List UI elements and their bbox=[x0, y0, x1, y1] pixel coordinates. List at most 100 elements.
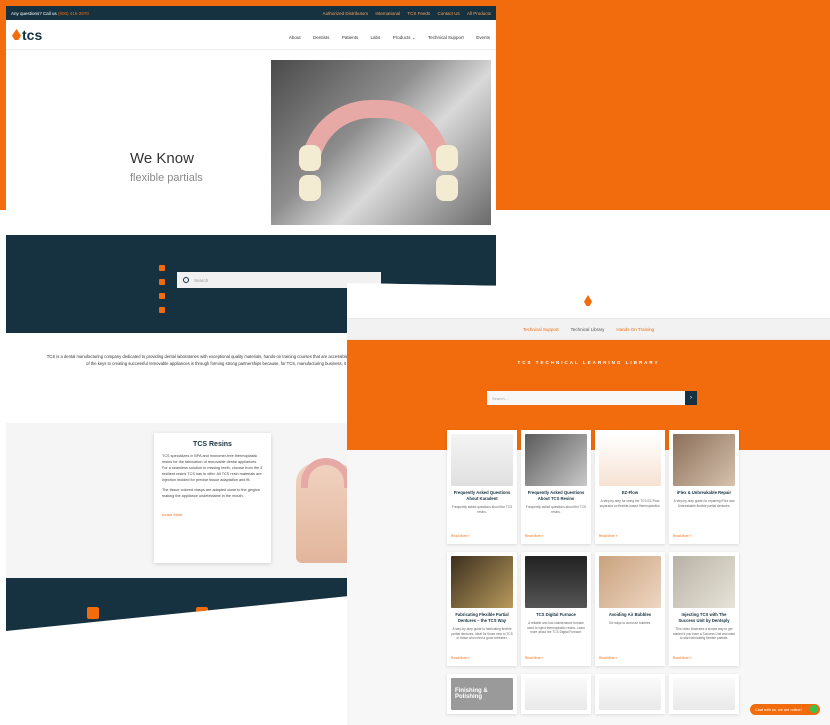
air-bubbles-thumbnail bbox=[599, 556, 661, 608]
nav-item-patients[interactable]: Patients bbox=[342, 35, 358, 40]
read-more-link[interactable]: Read More » bbox=[673, 534, 691, 538]
tooth-shape bbox=[436, 145, 458, 171]
resins-card: TCS Resins TCS specializes in BPA and mo… bbox=[154, 433, 271, 563]
card-description: A step-by-step for using the TCS EZ-Flow… bbox=[599, 499, 661, 508]
instagram-icon[interactable] bbox=[159, 279, 165, 285]
device-thumbnail bbox=[599, 678, 661, 710]
card-title: Frequently Asked Questions About Karaden… bbox=[453, 490, 511, 501]
flame-icon bbox=[12, 29, 21, 40]
top-link[interactable]: All Products bbox=[467, 11, 491, 16]
card-description: A reliable and low-maintenance furnace u… bbox=[527, 621, 585, 634]
nav-item-dentists[interactable]: Dentists bbox=[313, 35, 329, 40]
library-card[interactable]: Avoiding Air Bubbles Six ways to avoid a… bbox=[595, 552, 665, 666]
flame-logo-icon[interactable] bbox=[584, 295, 592, 306]
finishing-thumbnail: Finishing & Polishing bbox=[451, 678, 513, 710]
library-card[interactable]: TCS Digital Furnace A reliable and low-m… bbox=[521, 552, 591, 666]
library-card[interactable]: Finishing & Polishing bbox=[447, 674, 517, 714]
top-link[interactable]: Authorized Distributors bbox=[323, 11, 369, 16]
nav-item-events[interactable]: Events bbox=[476, 35, 490, 40]
search-submit-button[interactable]: › bbox=[685, 391, 697, 405]
main-nav: tcs About Dentists Patients Labs Product… bbox=[6, 20, 496, 50]
resins-learn-more-link[interactable]: Learn More bbox=[162, 512, 182, 517]
library-card[interactable]: Frequently Asked Questions About TCS Res… bbox=[521, 430, 591, 544]
read-more-link[interactable]: Read More » bbox=[451, 656, 469, 660]
nav-item-about[interactable]: About bbox=[289, 35, 301, 40]
linkedin-icon[interactable] bbox=[159, 307, 165, 313]
card-title: EZ-Flow bbox=[621, 490, 639, 495]
read-more-link[interactable]: Read More » bbox=[451, 534, 469, 538]
nav-item-products[interactable]: Products ⌄ bbox=[393, 35, 416, 40]
library-card[interactable]: iFlex & Unbreakable Repair A step-by-ste… bbox=[669, 430, 739, 544]
nav-item-labs[interactable]: Labs bbox=[371, 35, 381, 40]
resins-title: TCS Resins bbox=[193, 441, 232, 448]
resins-paragraph-2: The tissue colored clasps are adapted cl… bbox=[162, 488, 260, 498]
footer-label: Denture Care bbox=[189, 624, 214, 629]
nav-menu: About Dentists Patients Labs Products ⌄ … bbox=[281, 26, 490, 44]
card-description: Frequently asked questions about the TCS… bbox=[525, 505, 587, 514]
tooth-shape bbox=[299, 145, 321, 171]
library-card[interactable]: Injecting TCS with The Success Unit by D… bbox=[669, 552, 739, 666]
card-title: iFlex & Unbreakable Repair bbox=[676, 490, 732, 495]
card-title: Fabricating Flexible Partial Dentures – … bbox=[455, 612, 509, 623]
footer-item-technical-support[interactable]: Technical Support bbox=[76, 607, 109, 629]
card-description: A step-by-step guide for repairing iFlex… bbox=[673, 499, 735, 508]
top-link[interactable]: International bbox=[375, 11, 400, 16]
footer-label: Technical Support bbox=[76, 624, 109, 629]
footer-item-denture-care[interactable]: Denture Care bbox=[190, 607, 214, 629]
question-text: Any questions? Call us bbox=[11, 10, 57, 16]
tab-technical-support[interactable]: Technical Support bbox=[523, 327, 559, 332]
success-unit-thumbnail bbox=[673, 556, 735, 608]
card-description: Six ways to avoid air bubbles. bbox=[609, 621, 651, 625]
tab-technical-library[interactable]: Technical Library bbox=[571, 327, 605, 332]
read-more-link[interactable]: Read More » bbox=[599, 656, 617, 660]
card-title: Avoiding Air Bubbles bbox=[608, 612, 652, 617]
library-card[interactable] bbox=[595, 674, 665, 714]
library-card[interactable]: EZ-Flow A step-by-step for using the TCS… bbox=[595, 430, 665, 544]
press-thumbnail bbox=[673, 678, 735, 710]
online-status-icon bbox=[810, 705, 818, 713]
library-title: TCS TECHNICAL LEARNING LIBRARY bbox=[517, 360, 660, 365]
repair-thumbnail bbox=[673, 434, 735, 486]
library-card[interactable]: Frequently Asked Questions About Karaden… bbox=[447, 430, 517, 544]
phone-link[interactable]: (800) 416-2970 bbox=[58, 11, 89, 16]
card-title: Frequently Asked Questions About TCS Res… bbox=[527, 490, 585, 501]
youtube-icon[interactable] bbox=[159, 293, 165, 299]
chat-label: Chat with us, we are online! bbox=[755, 707, 802, 712]
tooth-shape bbox=[299, 175, 321, 201]
partial-thumbnail bbox=[525, 434, 587, 486]
tcs-logo[interactable]: tcs bbox=[12, 27, 42, 43]
read-more-link[interactable]: Read More » bbox=[673, 656, 691, 660]
card-title: TCS Digital Furnace bbox=[536, 612, 576, 617]
read-more-link[interactable]: Read More » bbox=[599, 534, 617, 538]
hero-section: We Know flexible partials bbox=[6, 50, 496, 235]
search-placeholder: Search bbox=[194, 277, 209, 283]
card-thumbnail-title: Finishing & Polishing bbox=[455, 688, 488, 700]
card-description: This video illustrates a simple way to g… bbox=[673, 627, 736, 640]
denture-care-icon bbox=[195, 607, 208, 619]
library-search-input[interactable]: Search... bbox=[492, 396, 685, 401]
footer-item-insurance-codes[interactable]: Insurance Codes bbox=[295, 607, 325, 629]
card-description: A step-by-step guide to fabricating flex… bbox=[451, 627, 513, 640]
nav-item-technical-support[interactable]: Technical Support bbox=[428, 35, 464, 40]
top-link[interactable]: TCS Feeds bbox=[407, 11, 430, 16]
top-links: Authorized Distributors International TC… bbox=[317, 11, 491, 16]
facebook-icon[interactable] bbox=[159, 265, 165, 271]
library-tabs: Technical Support Technical Library Hand… bbox=[347, 318, 830, 340]
read-more-link[interactable]: Read More » bbox=[525, 534, 543, 538]
card-title: Injecting TCS with The Success Unit by D… bbox=[678, 612, 730, 623]
tool-thumbnail bbox=[525, 678, 587, 710]
chat-widget[interactable]: Chat with us, we are online! bbox=[750, 704, 820, 715]
top-link[interactable]: Contact Us bbox=[437, 11, 459, 16]
library-card[interactable] bbox=[521, 674, 591, 714]
denture-thumbnail bbox=[451, 434, 513, 486]
read-more-link[interactable]: Read More » bbox=[525, 656, 543, 660]
ez-flow-bottle-thumbnail bbox=[599, 434, 661, 486]
composite-stage: Any questions? Call us (800) 416-2970 Au… bbox=[0, 0, 830, 725]
library-card[interactable]: Fabricating Flexible Partial Dentures – … bbox=[447, 552, 517, 666]
tab-hands-on-training[interactable]: Hands-On Training bbox=[616, 327, 654, 332]
contact-info: Any questions? Call us (800) 416-2970 bbox=[11, 11, 89, 16]
library-card[interactable] bbox=[669, 674, 739, 714]
hero-image-flexible-partial bbox=[271, 60, 491, 225]
insurance-icon bbox=[304, 607, 317, 619]
card-description: Frequently asked questions about the TCS… bbox=[451, 505, 513, 514]
